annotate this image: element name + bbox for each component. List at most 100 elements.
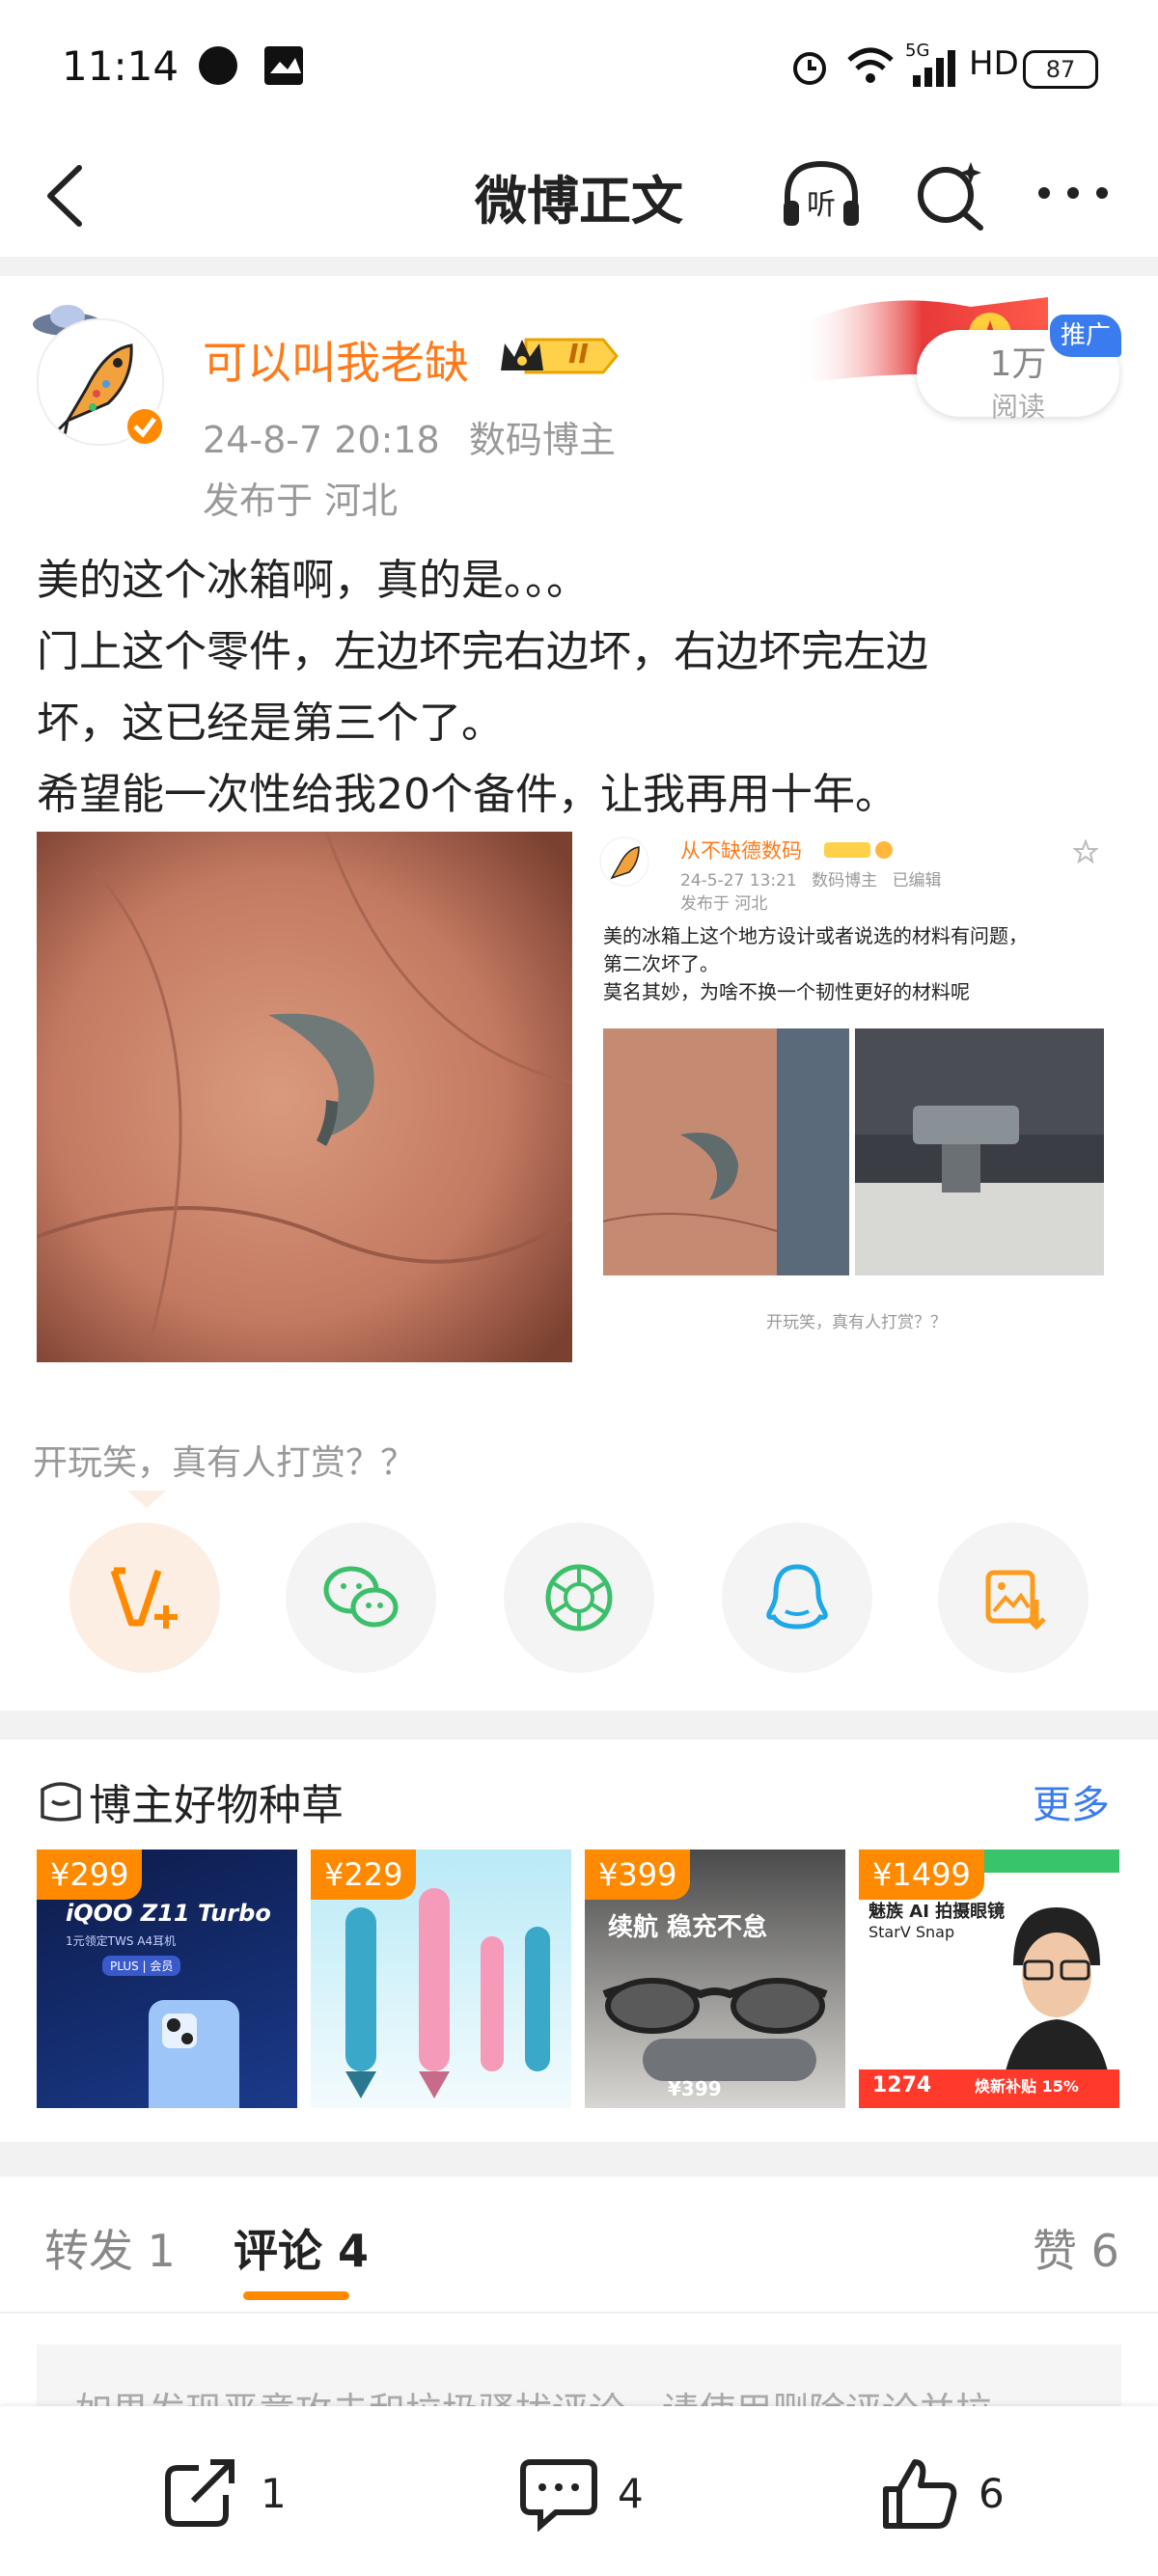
post-text: 美的这个冰箱啊，真的是。。。 门上这个零件，左边坏完右边坏，右边坏完左边 坏，这…	[37, 545, 1127, 831]
quoted-edited: 已编辑	[892, 871, 942, 891]
moments-share-button[interactable]	[504, 1522, 654, 1673]
product-price: ¥1499	[859, 1850, 984, 1900]
post-location: 发布于 河北	[203, 480, 399, 522]
bottom-action-bar: 1 4 6	[0, 2406, 1158, 2576]
repost-count: 1	[261, 2469, 287, 2517]
member-badge[interactable]: II	[497, 332, 619, 380]
quoted-tag: 数码博主	[812, 871, 878, 891]
svg-text:听: 听	[807, 188, 836, 222]
like-button[interactable]: 6	[878, 2454, 1005, 2532]
product-card-iqoo[interactable]: iQOO Z11 Turbo 1元领定TWS A4耳机 PLUS | 会员 ¥2…	[37, 1850, 297, 2108]
quoted-image-hand	[603, 1028, 849, 1275]
tab-like[interactable]: 赞 6	[1033, 2216, 1119, 2280]
product-sub: 1元领定TWS A4耳机	[66, 1934, 177, 1948]
phone-product-icon	[143, 1994, 249, 2108]
post-meta: 24-8-7 20:18 数码博主	[203, 410, 616, 463]
product-price: ¥399	[585, 1850, 691, 1900]
quoted-text: 美的冰箱上这个地方设计或者说选的材料有问题， 第二次坏了。 莫名其妙，为啥不换一…	[603, 922, 1119, 1006]
divider	[0, 2312, 1158, 2314]
signal-icon	[911, 48, 957, 97]
product-sub: StarV Snap	[868, 1923, 955, 1941]
product-headline: iQOO Z11 Turbo	[66, 1900, 271, 1927]
glasses-product-icon	[602, 1978, 828, 2081]
product-deal-price: 1274	[872, 2073, 932, 2097]
alarm-icon	[789, 46, 830, 96]
verified-badge-icon	[124, 405, 166, 452]
headphones-listen-icon: 听	[784, 160, 859, 226]
tab-repost[interactable]: 转发 1	[44, 2216, 176, 2280]
quoted-caption: 开玩笑，真有人打赏？？	[766, 1313, 947, 1332]
comment-notice: 如果发现恶意攻击和垃圾骚扰评论，请使用删除评论并拉	[37, 2344, 1121, 2412]
username[interactable]: 可以叫我老缺	[203, 328, 469, 392]
quoted-avatar	[598, 836, 650, 891]
status-time: 11:14	[62, 42, 179, 90]
read-label: 阅读	[990, 391, 1045, 423]
quoted-location: 发布于 河北	[680, 894, 768, 914]
divider	[0, 257, 1158, 276]
active-tab-indicator	[243, 2291, 349, 2300]
caption-pointer-icon	[127, 1491, 166, 1514]
comment-button[interactable]: 4	[517, 2454, 644, 2532]
post-image-quoted-screenshot[interactable]: 从不缺德数码 24-5-27 13:21 数码博主 已编辑 发布于 河北 美的冰…	[589, 832, 1124, 1362]
favorite-star-icon	[1072, 838, 1099, 868]
promo-badge[interactable]: 推广	[1050, 315, 1121, 357]
quoted-username: 从不缺德数码	[680, 839, 802, 863]
post-text-line: 坏，这已经是第三个了。	[37, 699, 504, 748]
product-promo: 焕新补贴 15%	[975, 2077, 1079, 2096]
save-image-icon	[985, 1570, 1046, 1631]
product-price: ¥229	[311, 1850, 417, 1900]
thumbs-up-icon	[883, 2459, 957, 2529]
divider	[0, 1711, 1158, 1740]
product-headline: 魅族 AI 拍摄眼镜	[868, 1902, 1006, 1922]
quoted-image-fridge	[855, 1028, 1104, 1275]
vplus-share-button[interactable]	[69, 1522, 220, 1673]
comment-count: 4	[618, 2469, 644, 2517]
qq-icon	[766, 1564, 828, 1630]
wechat-share-button[interactable]	[286, 1522, 436, 1673]
author-tag: 数码博主	[468, 419, 616, 461]
nav-bar: 微博正文 听	[0, 135, 1158, 257]
qq-share-button[interactable]	[722, 1522, 872, 1673]
like-count: 6	[979, 2469, 1005, 2517]
crown-badge-icon	[501, 338, 619, 374]
product-card-toothpaste[interactable]: ¥229	[311, 1850, 571, 2108]
repost-icon	[165, 2459, 234, 2527]
vplus-icon	[110, 1567, 178, 1629]
quoted-text-line: 美的冰箱上这个地方设计或者说选的材料有问题，	[603, 924, 1028, 947]
listen-button[interactable]: 听	[778, 156, 865, 237]
tab-comment[interactable]: 评论 4	[234, 2216, 369, 2280]
person-portrait-icon	[1004, 1907, 1110, 2081]
repost-button[interactable]: 1	[160, 2454, 287, 2532]
badge-level: II	[568, 338, 589, 370]
save-image-button[interactable]	[938, 1522, 1089, 1673]
status-bar: 11:14 5G HD 87	[0, 0, 1158, 135]
product-headline: 续航 稳充不怠	[608, 1913, 768, 1942]
product-card-glasses[interactable]: 续航 稳充不怠 ¥399 ¥399	[585, 1850, 845, 2108]
post-image-hand[interactable]	[37, 832, 572, 1362]
more-dots-icon	[1038, 187, 1108, 199]
quoted-text-line: 莫名其妙，为啥不换一个韧性更好的材料呢	[603, 980, 970, 1003]
quoted-text-line: 第二次坏了。	[603, 952, 719, 975]
post-caption: 开玩笑，真有人打赏？？	[33, 1443, 416, 1483]
moments-icon	[545, 1564, 613, 1631]
post-text-line: 美的这个冰箱啊，真的是。。。	[37, 556, 589, 605]
product-tag: PLUS | 会员	[102, 1956, 181, 1976]
goods-section-title: 博主好物种草	[89, 1781, 344, 1830]
search-icon	[918, 162, 983, 231]
wifi-icon	[845, 44, 896, 96]
product-card-meizu[interactable]: 魅族 AI 拍摄眼镜 StarV Snap 1274 焕新补贴 15% ¥149…	[859, 1850, 1119, 2108]
quoted-badge-icon	[820, 839, 897, 864]
more-options-button[interactable]	[1034, 174, 1112, 216]
goods-more-link[interactable]: 更多	[1033, 1773, 1110, 1829]
quoted-date: 24-5-27 13:21	[680, 871, 797, 891]
notification-dot-icon	[197, 44, 239, 96]
search-button[interactable]	[911, 156, 988, 237]
product-sub: ¥399	[668, 2077, 722, 2100]
comment-icon	[520, 2459, 597, 2532]
battery-indicator: 87	[1023, 50, 1098, 89]
post-text-line: 门上这个零件，左边坏完右边坏，右边坏完左边	[37, 627, 928, 676]
quoted-meta: 24-5-27 13:21 数码博主 已编辑	[680, 866, 942, 891]
fish-avatar-icon	[599, 836, 649, 887]
post-text-line: 希望能一次性给我20个备件，让我再用十年。	[37, 770, 897, 819]
product-price: ¥299	[37, 1850, 143, 1900]
